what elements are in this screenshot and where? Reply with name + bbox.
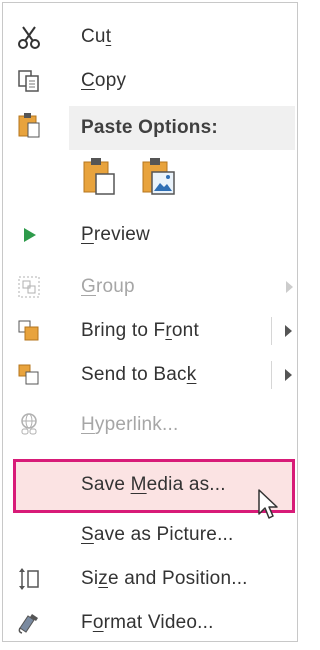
split-separator [271,317,272,345]
copy-icon [15,67,43,95]
menu-item-label: Group [81,276,135,297]
menu-item-label: Copy [81,70,127,91]
format-video-icon [15,609,43,637]
menu-item-size-and-position[interactable]: Size and Position... [3,557,297,601]
context-menu: Cut Copy Paste Options: Preview Group Br… [2,2,298,642]
size-position-icon [15,565,43,593]
submenu-arrow-icon[interactable] [285,325,292,337]
menu-item-label: Format Video... [81,612,214,633]
menu-item-preview[interactable]: Preview [3,213,297,257]
paste-keep-source-button[interactable] [79,153,119,199]
hyperlink-icon [15,411,43,439]
menu-item-group: Group [3,265,297,309]
menu-item-hyperlink: Hyperlink... [3,403,297,447]
paste-picture-icon [138,158,178,203]
split-separator [271,361,272,389]
menu-item-bring-to-front[interactable]: Bring to Front [3,309,297,353]
clipboard-icon [15,111,43,139]
menu-item-label: Hyperlink... [81,414,179,435]
menu-item-save-as-picture[interactable]: Save as Picture... [3,513,297,557]
menu-item-label: Bring to Front [81,320,199,341]
menu-item-label: Size and Position... [81,568,248,589]
scissors-icon [15,23,43,51]
group-icon [15,273,43,301]
menu-item-copy[interactable]: Copy [3,59,297,103]
menu-item-cut[interactable]: Cut [3,15,297,59]
submenu-arrow-icon [286,281,293,293]
menu-item-label: Save as Picture... [81,524,234,545]
paste-keep-source-icon [79,158,119,203]
paste-picture-button[interactable] [138,153,178,199]
paste-options-header: Paste Options: [69,106,295,150]
submenu-arrow-icon[interactable] [285,369,292,381]
mouse-cursor-icon [257,488,283,527]
menu-item-save-media-as[interactable]: Save Media as... [3,463,297,507]
menu-item-label: Preview [81,224,150,245]
menu-item-send-to-back[interactable]: Send to Back [3,353,297,397]
menu-item-format-video[interactable]: Format Video... [3,601,297,645]
menu-item-label: Cut [81,26,112,47]
play-icon [15,221,43,249]
menu-item-label: Send to Back [81,364,197,385]
send-to-back-icon [15,361,43,389]
paste-options-label: Paste Options: [81,117,218,138]
bring-to-front-icon [15,317,43,345]
menu-item-label: Save Media as... [81,474,226,495]
